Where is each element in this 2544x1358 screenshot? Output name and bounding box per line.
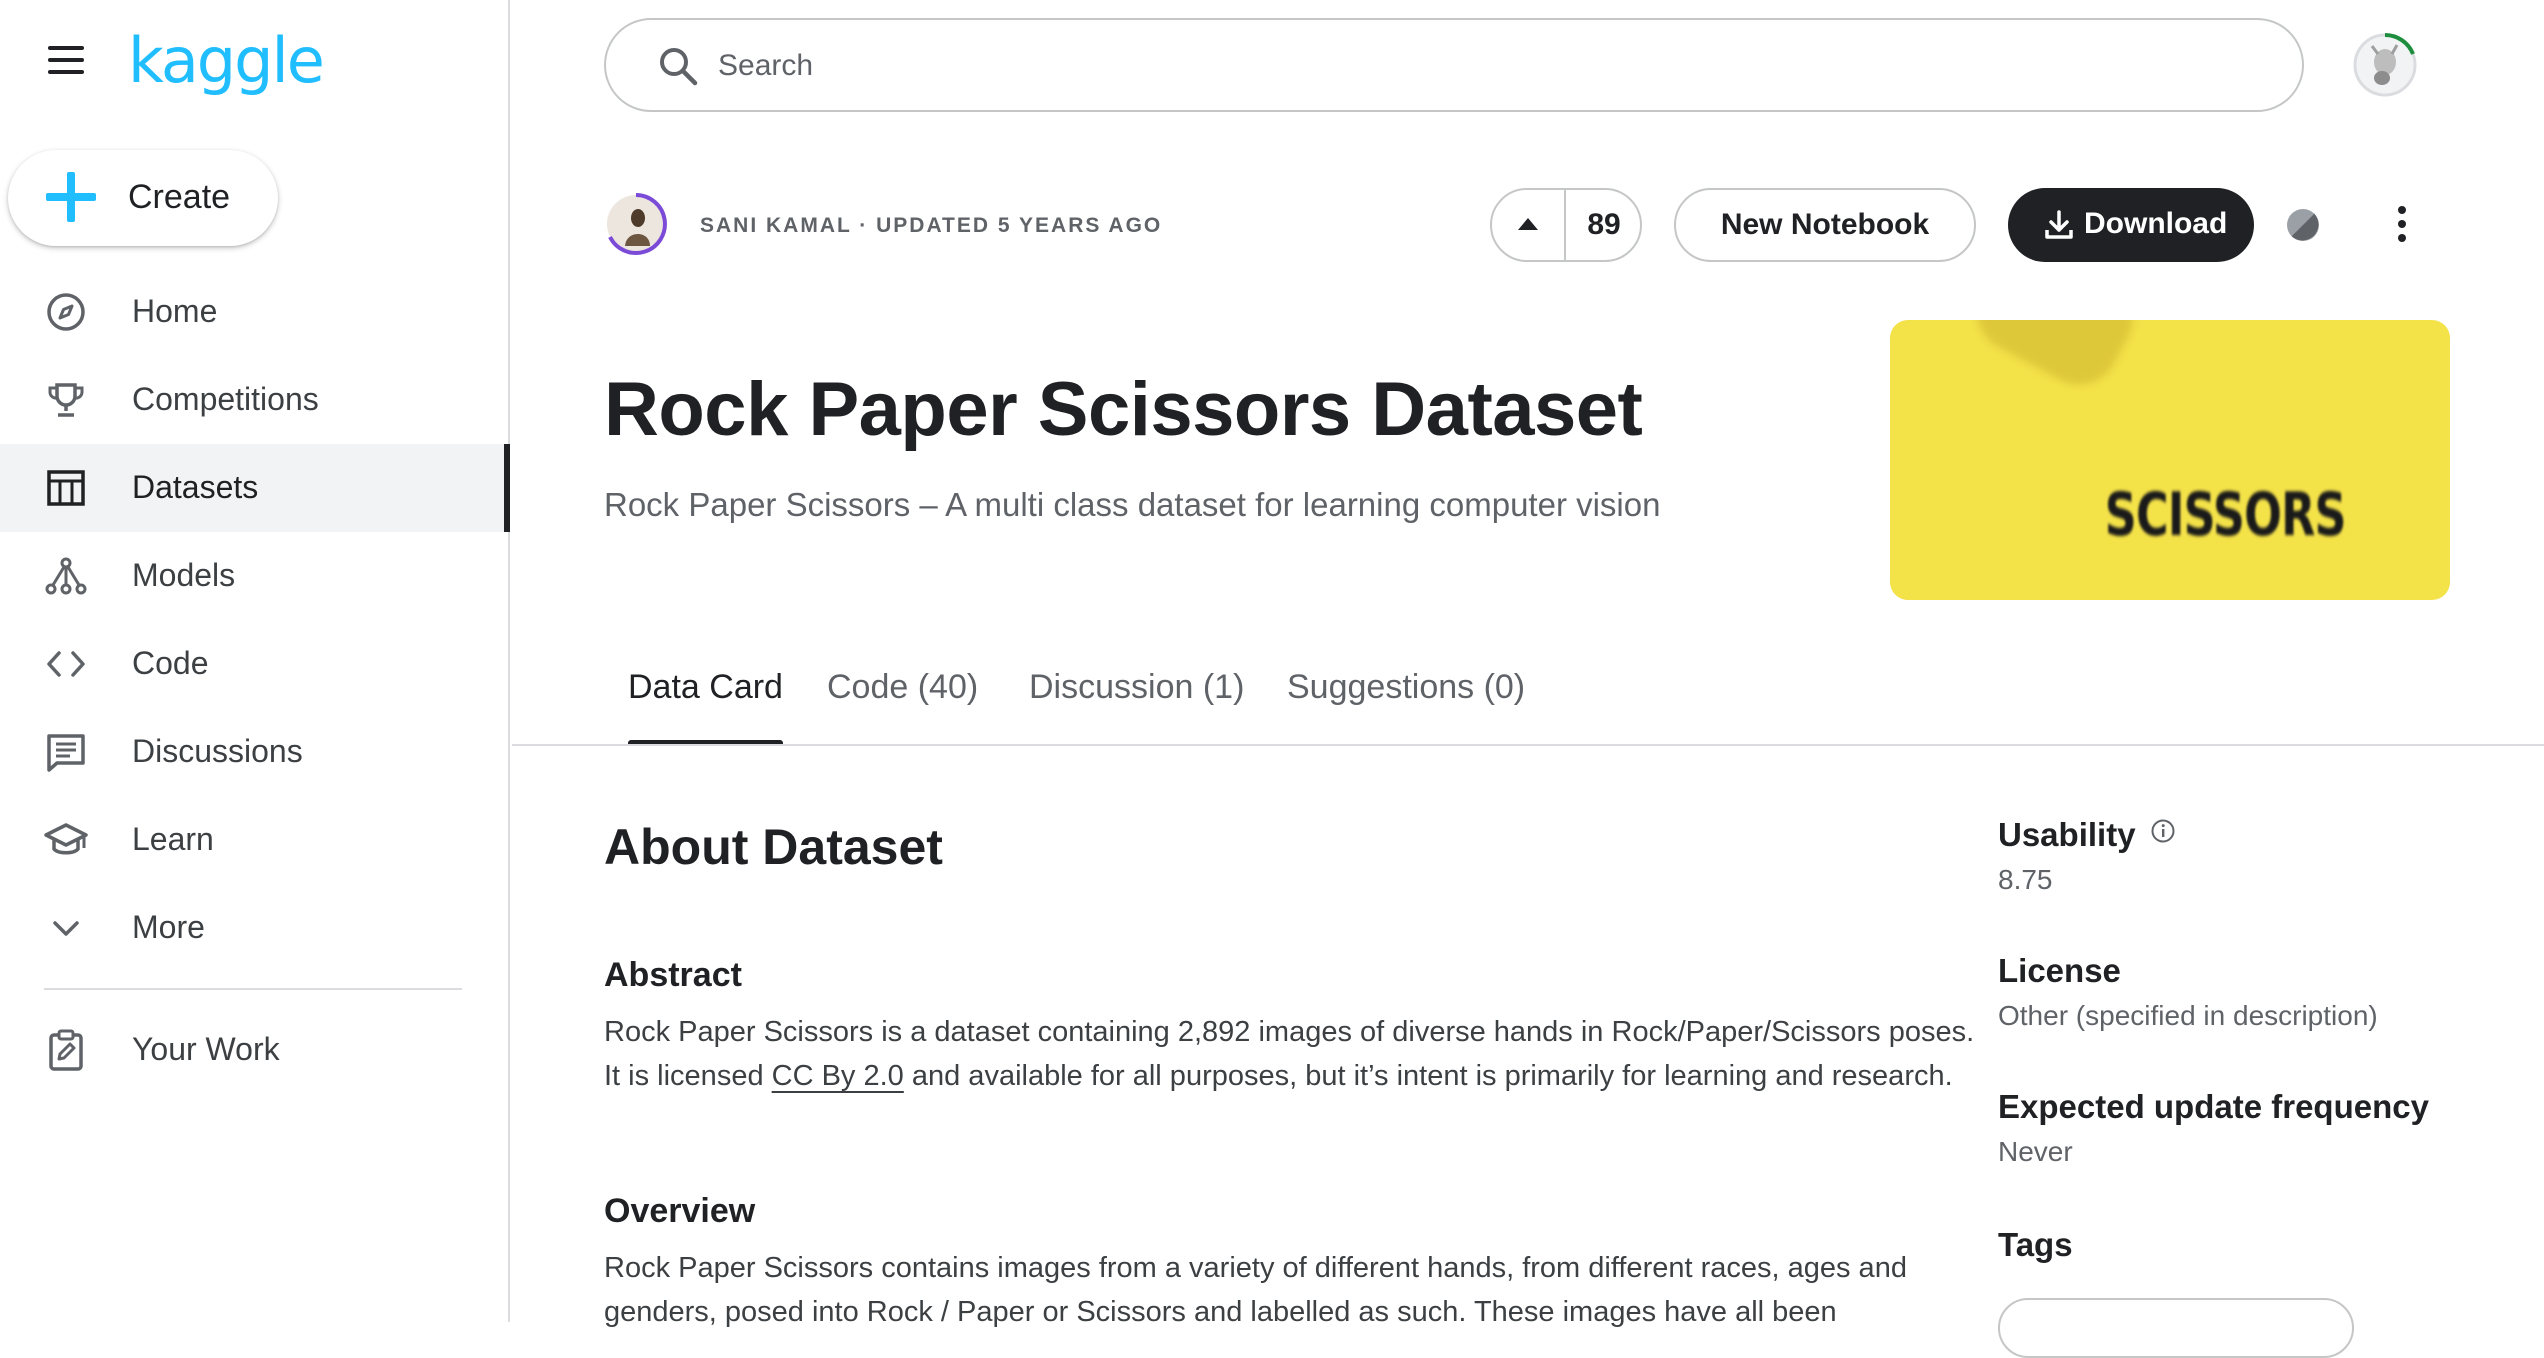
- kaggle-logo[interactable]: kaggle: [128, 24, 325, 97]
- sidebar-item-label: Models: [132, 557, 236, 593]
- usability-value: 8.75: [1998, 864, 2053, 895]
- sidebar-item-label: Competitions: [132, 381, 319, 417]
- clipboard-edit-icon: [49, 1029, 83, 1071]
- usability-label: Usability: [1998, 816, 2518, 854]
- download-button[interactable]: Download: [2008, 188, 2254, 262]
- frequency-label: Expected update frequency: [1998, 1088, 2429, 1125]
- download-icon: [2045, 210, 2073, 239]
- school-icon: [44, 823, 88, 855]
- code-icon: [47, 651, 85, 677]
- dataset-thumbnail: SCISSORS: [1890, 320, 2450, 600]
- sidebar-item-label: Learn: [132, 821, 214, 857]
- thumbnail-text: SCISSORS: [2104, 480, 2347, 550]
- sidebar-item-code[interactable]: Code: [0, 620, 510, 708]
- usability-label-text: Usability: [1998, 816, 2136, 853]
- info-icon[interactable]: [2150, 818, 2176, 844]
- contrast-icon[interactable]: [2284, 206, 2322, 244]
- frequency-section: Expected update frequency Never: [1998, 1088, 2518, 1168]
- usability-section: Usability 8.75: [1998, 816, 2518, 896]
- table-icon: [47, 470, 85, 506]
- overview-text: Rock Paper Scissors contains images from…: [604, 1252, 1907, 1328]
- trophy-icon: [48, 383, 84, 417]
- tags-section: Tags: [1998, 1226, 2518, 1264]
- menu-icon[interactable]: [44, 46, 88, 82]
- comments-icon: [47, 734, 85, 772]
- tabs-divider: [512, 744, 2544, 746]
- sidebar-header: kaggle: [0, 0, 510, 130]
- sidebar-item-competitions[interactable]: Competitions: [0, 356, 510, 444]
- sidebar-divider: [44, 988, 462, 990]
- license-label: License: [1998, 952, 2121, 989]
- tag-chip[interactable]: [1998, 1298, 2354, 1358]
- create-label: Create: [128, 178, 231, 216]
- sidebar-item-label: Home: [132, 293, 218, 329]
- sidebar-item-label: Datasets: [132, 469, 259, 505]
- owner-avatar[interactable]: [604, 192, 668, 256]
- sidebar-item-models[interactable]: Models: [0, 532, 510, 620]
- upvote-control: 89: [1490, 188, 1642, 262]
- dataset-title: Rock Paper Scissors Dataset: [604, 367, 1643, 452]
- sidebar: kaggle Create Home Competitions Datasets…: [0, 0, 510, 1322]
- sidebar-item-datasets[interactable]: Datasets: [0, 444, 510, 532]
- sidebar-nav: Home Competitions Datasets Models Code D…: [0, 268, 510, 972]
- sidebar-item-home[interactable]: Home: [0, 268, 510, 356]
- upvote-count: 89: [1587, 208, 1621, 241]
- tab-suggestions[interactable]: Suggestions (0): [1287, 668, 1525, 746]
- tab-data-card[interactable]: Data Card: [628, 668, 783, 746]
- abstract-text-end: and available for all purposes, but it’s…: [903, 1060, 1953, 1092]
- dataset-subtitle: Rock Paper Scissors – A multi class data…: [604, 486, 1661, 523]
- overview-heading: Overview: [604, 1192, 756, 1230]
- upvote-button[interactable]: [1492, 190, 1564, 260]
- sidebar-item-label: Discussions: [132, 733, 303, 769]
- dataset-meta: SANI KAMAL · UPDATED 5 YEARS AGO: [700, 214, 1163, 237]
- sidebar-item-more[interactable]: More: [0, 884, 510, 972]
- user-avatar[interactable]: [2352, 32, 2418, 98]
- chevron-down-icon: [53, 921, 79, 936]
- models-icon: [45, 557, 87, 595]
- compass-icon: [47, 293, 85, 331]
- search-input[interactable]: [716, 40, 2216, 92]
- sidebar-item-label: Your Work: [132, 1031, 280, 1067]
- about-heading: About Dataset: [604, 819, 943, 875]
- thumbnail-shape: [1962, 320, 2148, 399]
- plus-icon: [46, 172, 96, 222]
- tags-label: Tags: [1998, 1226, 2073, 1263]
- sidebar-your-work: Your Work: [0, 1006, 510, 1094]
- frequency-value: Never: [1998, 1136, 2073, 1167]
- sidebar-item-learn[interactable]: Learn: [0, 796, 510, 884]
- sidebar-item-label: Code: [132, 645, 209, 681]
- create-button[interactable]: Create: [8, 150, 278, 246]
- tab-discussion[interactable]: Discussion (1): [1029, 668, 1244, 746]
- download-label: Download: [2084, 207, 2228, 240]
- search-bar[interactable]: [604, 18, 2304, 112]
- license-value: Other (specified in description): [1998, 1000, 2378, 1031]
- search-icon: [660, 48, 698, 86]
- abstract-text: Rock Paper Scissors is a dataset contain…: [604, 1010, 1984, 1098]
- more-vertical-icon[interactable]: [2380, 200, 2424, 248]
- new-notebook-button[interactable]: New Notebook: [1674, 188, 1976, 262]
- license-section: License Other (specified in description): [1998, 952, 2518, 1032]
- sidebar-item-your-work[interactable]: Your Work: [0, 1006, 510, 1094]
- license-link[interactable]: CC By 2.0: [772, 1060, 904, 1092]
- sidebar-item-discussions[interactable]: Discussions: [0, 708, 510, 796]
- abstract-heading: Abstract: [604, 956, 742, 994]
- sidebar-item-label: More: [132, 909, 205, 945]
- tab-code[interactable]: Code (40): [827, 668, 978, 746]
